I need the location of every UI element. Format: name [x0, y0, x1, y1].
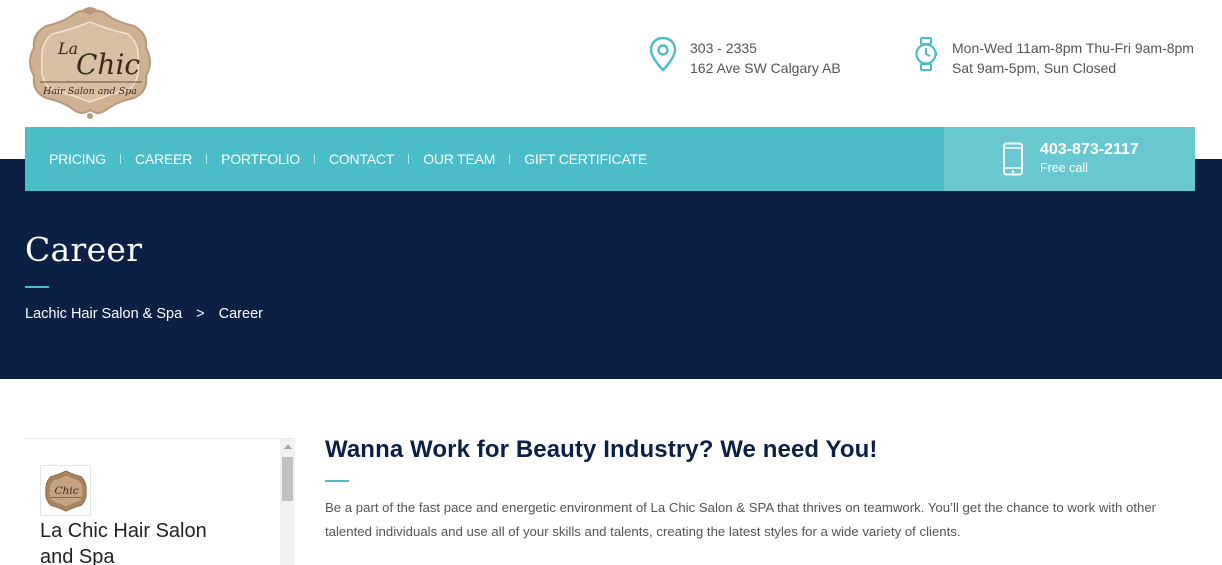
nav-item-contact[interactable]: CONTACT: [329, 127, 394, 191]
nav-divider: [313, 154, 315, 164]
breadcrumb: Lachic Hair Salon & Spa > Career: [25, 306, 263, 322]
scrollbar-thumb[interactable]: [282, 457, 293, 501]
svg-text:La: La: [57, 39, 78, 58]
breadcrumb-separator: >: [196, 306, 205, 322]
sidebar-scrollbar[interactable]: [280, 439, 295, 565]
logo-thumbnail-image: Chic: [44, 469, 87, 512]
nav-item-gift-certificate[interactable]: GIFT CERTIFICATE: [524, 127, 647, 191]
address-line-2: 162 Ave SW Calgary AB: [690, 60, 841, 76]
sidebar-widget: Chic La Chic Hair Salon and Spa: [25, 438, 295, 565]
phone-number[interactable]: 403-873-2117: [1040, 141, 1139, 159]
main-nav: PRICING CAREER PORTFOLIO CONTACT OUR TEA…: [25, 127, 1195, 191]
site-logo[interactable]: La Chic Hair Salon and Spa: [24, 4, 156, 122]
nav-divider: [509, 154, 511, 164]
address-line-1: 303 - 2335: [690, 40, 757, 56]
breadcrumb-home-link[interactable]: Lachic Hair Salon & Spa: [25, 306, 182, 322]
sidebar-content: Chic La Chic Hair Salon and Spa: [25, 439, 279, 565]
nav-divider: [206, 154, 208, 164]
svg-text:Chic: Chic: [54, 484, 78, 496]
nav-menu: PRICING CAREER PORTFOLIO CONTACT OUR TEA…: [25, 127, 647, 191]
map-pin-icon: [649, 36, 677, 72]
smartphone-icon: [1003, 142, 1023, 176]
logo-emblem: La Chic Hair Salon and Spa: [29, 7, 151, 119]
hours-line-1: Mon-Wed 11am-8pm Thu-Fri 9am-8pm: [952, 40, 1194, 56]
header-address: 303 - 2335 162 Ave SW Calgary AB: [648, 36, 841, 78]
breadcrumb-current: Career: [218, 306, 263, 322]
hours-line-2: Sat 9am-5pm, Sun Closed: [952, 60, 1117, 76]
scroll-up-arrow-icon[interactable]: [280, 441, 295, 451]
title-underline: [25, 286, 49, 288]
svg-text:Hair Salon and Spa: Hair Salon and Spa: [42, 86, 137, 97]
page-title-banner: [0, 159, 1222, 379]
svg-text:Chic: Chic: [76, 48, 140, 81]
nav-divider: [119, 154, 121, 164]
phone-subtitle: Free call: [1040, 161, 1088, 175]
sidebar-logo-thumbnail[interactable]: Chic: [40, 465, 91, 516]
header-hours: Mon-Wed 11am-8pm Thu-Fri 9am-8pm Sat 9am…: [914, 36, 1194, 78]
nav-item-career[interactable]: CAREER: [135, 127, 192, 191]
heading-underline: [325, 480, 349, 482]
career-heading: Wanna Work for Beauty Industry? We need …: [325, 436, 878, 463]
page-title: Career: [25, 230, 143, 269]
sidebar-business-name[interactable]: La Chic Hair Salon and Spa: [40, 518, 240, 565]
nav-divider: [408, 154, 410, 164]
watch-icon: [915, 37, 937, 71]
nav-phone-box[interactable]: 403-873-2117 Free call: [944, 127, 1195, 191]
nav-item-our-team[interactable]: OUR TEAM: [423, 127, 495, 191]
site-header: La Chic Hair Salon and Spa 303 - 2335 16…: [0, 0, 1222, 128]
nav-item-pricing[interactable]: PRICING: [49, 127, 106, 191]
career-intro-paragraph: Be a part of the fast pace and energetic…: [325, 500, 1157, 539]
nav-item-portfolio[interactable]: PORTFOLIO: [221, 127, 300, 191]
